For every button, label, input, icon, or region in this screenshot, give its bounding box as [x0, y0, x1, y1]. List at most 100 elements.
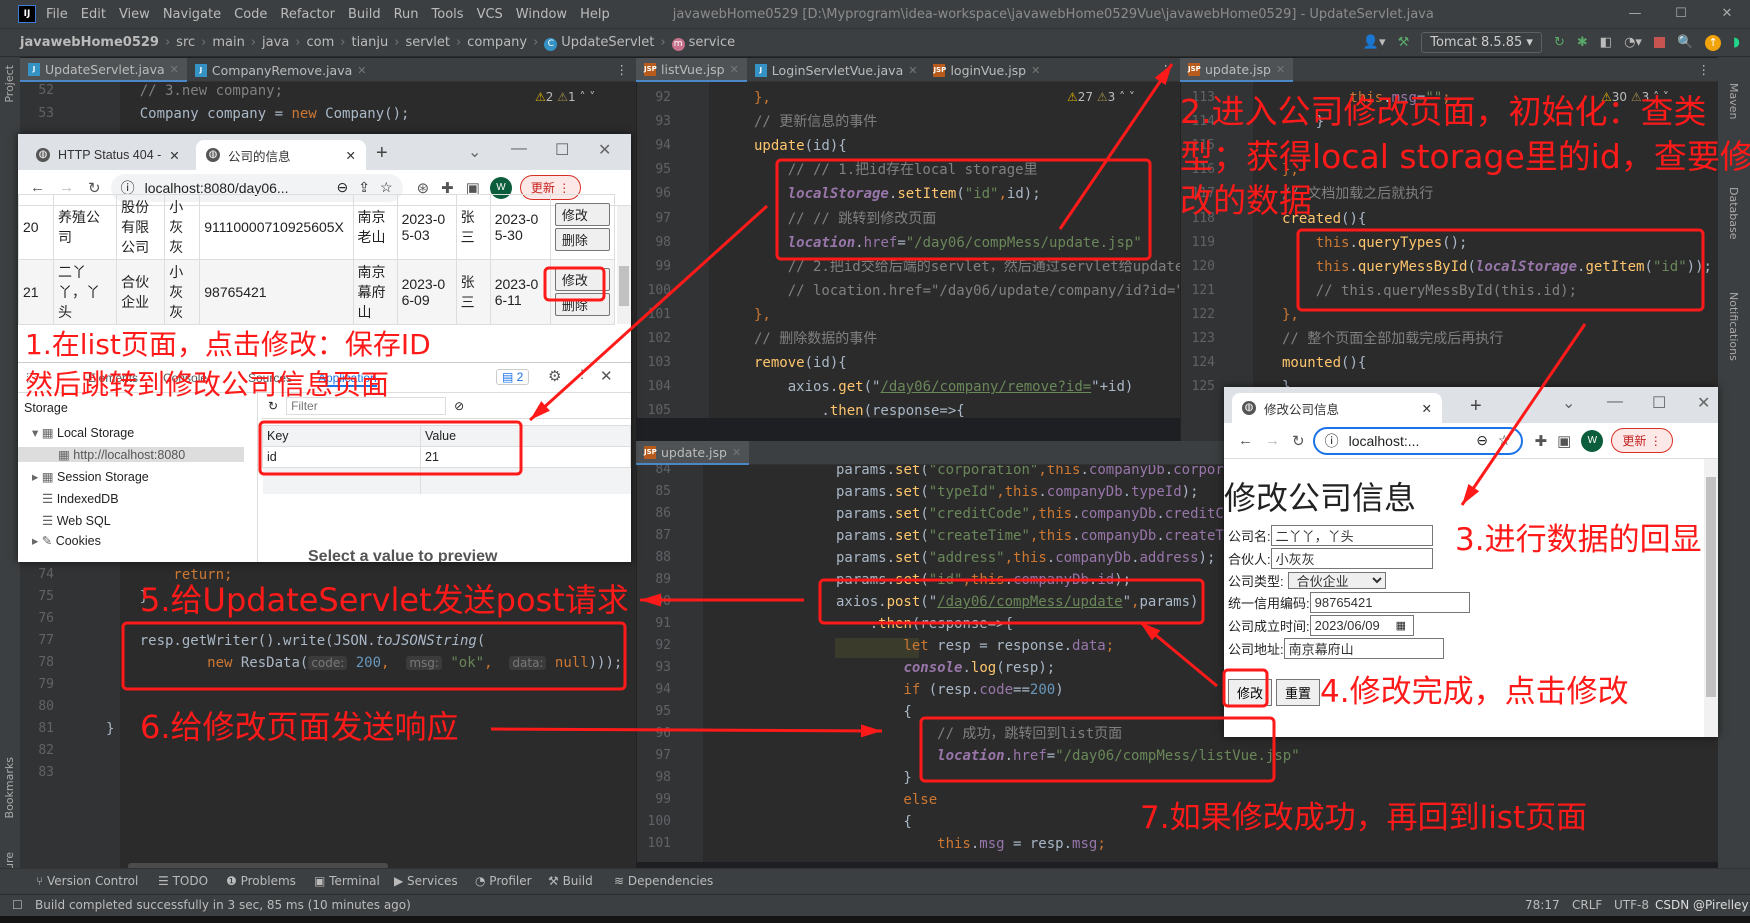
storage-tree-item[interactable]: ▾ ▦ Local Storage — [32, 425, 134, 440]
menu-tools[interactable]: Tools — [432, 7, 464, 22]
close-icon[interactable]: ✕ — [1697, 393, 1710, 413]
maven-tool-button[interactable]: Maven — [1727, 83, 1740, 119]
address-bar[interactable]: ⓘ localhost:... ⊖ ☆ — [1312, 426, 1523, 455]
minimize-icon[interactable]: — — [1607, 393, 1623, 411]
company-type-select[interactable]: 合伙企业 — [1287, 572, 1386, 589]
storage-tree-item[interactable]: ☰ Web SQL — [42, 513, 111, 528]
minimize-icon[interactable]: — — [1612, 0, 1658, 28]
calendar-icon[interactable]: ▦ — [1396, 619, 1406, 632]
close-icon[interactable]: ✕ — [598, 140, 611, 160]
back-icon[interactable]: ← — [1238, 432, 1253, 449]
editor-tab[interactable]: JSP loginVue.jsp ✕ — [925, 58, 1048, 82]
tool-profiler[interactable]: ◔ Profiler — [475, 874, 532, 888]
partner-input[interactable] — [1270, 548, 1433, 569]
tool-problems[interactable]: ❶ Problems — [226, 874, 296, 888]
editor-tab[interactable]: J LoginServletVue.java ✕ — [747, 58, 926, 82]
forward-icon[interactable]: → — [1265, 432, 1280, 449]
tab-close-icon[interactable]: ✕ — [1031, 64, 1040, 77]
menu-run[interactable]: Run — [394, 7, 419, 22]
issues-badge[interactable]: ▤ 2 — [496, 369, 530, 385]
database-tool-button[interactable]: Database — [1727, 187, 1740, 240]
edit-button[interactable]: 修改 — [554, 203, 610, 226]
tab-close-icon[interactable]: ✕ — [730, 63, 739, 76]
tab-search-icon[interactable]: ⌄ — [468, 142, 481, 162]
new-tab-icon[interactable]: + — [376, 142, 388, 165]
listvue-code-editor[interactable]: ⚠27 ⚠3 ˄ ˅ 92}, 93// 更新信息的事件 94 update(id){… — [636, 82, 1180, 418]
tool-dependencies[interactable]: ≋ Dependencies — [614, 874, 713, 888]
maximize-icon[interactable]: ☐ — [1658, 0, 1704, 28]
editor-tab[interactable]: JSP update.jsp ✕ — [636, 441, 750, 465]
menu-build[interactable]: Build — [348, 7, 381, 22]
update-browser-button[interactable]: 更新 ⋮ — [1611, 428, 1673, 453]
notifications-tool-button[interactable]: Notifications — [1727, 292, 1740, 361]
menu-vcs[interactable]: VCS — [477, 7, 503, 22]
menu-view[interactable]: View — [119, 7, 150, 22]
storage-tree-item[interactable]: ▸ ▦ Session Storage — [32, 469, 149, 484]
delete-button[interactable]: 删除 — [554, 293, 610, 316]
search-icon[interactable]: 🔍 — [1677, 35, 1693, 50]
tool-terminal[interactable]: ▣ Terminal — [314, 874, 380, 888]
breadcrumb-item[interactable]: com — [307, 35, 335, 50]
submit-edit-button[interactable]: 修改 — [1228, 679, 1273, 706]
menu-file[interactable]: File — [46, 7, 68, 22]
editor-tab[interactable]: JSP update.jsp ✕ — [1180, 58, 1294, 82]
breadcrumb-item[interactable]: service — [689, 35, 736, 50]
tool-version-control[interactable]: ⑂ Version Control — [36, 874, 138, 888]
storage-row[interactable]: id 21 — [262, 446, 631, 468]
tool-services[interactable]: ▶ Services — [394, 874, 458, 888]
update-icon[interactable]: ↑ — [1705, 34, 1722, 51]
inspection-widget[interactable]: ⚠27 ⚠3 ˄ ˅ — [1067, 90, 1135, 104]
tool-todo[interactable]: ☰ TODO — [158, 874, 208, 888]
tab-close-icon[interactable]: ✕ — [169, 148, 179, 163]
browser-tab-edit[interactable]: ◍ 修改公司信息 ✕ — [1232, 393, 1442, 423]
company-name-input[interactable] — [1270, 525, 1433, 546]
devtools-close-icon[interactable]: ✕ — [600, 367, 613, 385]
tool-build[interactable]: ⚒ Build — [548, 874, 593, 888]
menu-navigate[interactable]: Navigate — [163, 7, 221, 22]
file-encoding[interactable]: UTF-8 — [1614, 898, 1649, 912]
menu-window[interactable]: Window — [516, 7, 567, 22]
profile-avatar[interactable]: W — [1581, 429, 1604, 452]
build-hammer-icon[interactable]: ⚒ — [1398, 35, 1410, 50]
tab-search-icon[interactable]: ⌄ — [1562, 393, 1575, 413]
coverage-icon[interactable]: ◧ — [1600, 35, 1612, 50]
value-header[interactable]: Value — [420, 425, 631, 447]
project-tool-button[interactable]: Project — [3, 65, 16, 103]
menu-refactor[interactable]: Refactor — [280, 7, 335, 22]
tab-close-icon[interactable]: ✕ — [908, 64, 917, 77]
breadcrumb-item[interactable]: UpdateServlet — [561, 35, 654, 50]
line-separator[interactable]: CRLF — [1572, 898, 1602, 912]
tab-close-icon[interactable]: ✕ — [357, 64, 366, 77]
breadcrumb-item[interactable]: servlet — [405, 35, 450, 50]
storage-tree-item[interactable]: ▦ http://localhost:8080 — [18, 447, 244, 462]
editor-tab[interactable]: J UpdateServlet.java ✕ — [20, 58, 187, 82]
browser-tab-404[interactable]: ◍ HTTP Status 404 - ✕ — [26, 140, 191, 170]
more-tabs-icon[interactable]: ⋮ — [616, 58, 629, 81]
editor-tab[interactable]: J CompanyRemove.java ✕ — [187, 58, 375, 82]
more-tabs-icon[interactable]: ⋮ — [1698, 58, 1711, 81]
storage-tree-item[interactable]: ☰ IndexedDB — [42, 491, 119, 506]
tab-close-icon[interactable]: ✕ — [732, 446, 741, 459]
user-icon[interactable]: 👤▾ — [1363, 35, 1386, 50]
reload-icon[interactable]: ↻ — [1292, 432, 1305, 450]
debug-icon[interactable]: ✱ — [1577, 35, 1588, 50]
bookmarks-tool-button[interactable]: Bookmarks — [3, 757, 16, 818]
maximize-icon[interactable]: ☐ — [1652, 393, 1666, 413]
run-configuration-select[interactable]: Tomcat 8.5.85 ▾ — [1421, 32, 1542, 53]
menu-edit[interactable]: Edit — [81, 7, 106, 22]
reset-button[interactable]: 重置 — [1276, 679, 1321, 706]
minimize-icon[interactable]: — — [511, 140, 527, 158]
menu-help[interactable]: Help — [580, 7, 610, 22]
new-tab-icon[interactable]: + — [1470, 395, 1482, 418]
breadcrumb-item[interactable]: main — [212, 35, 244, 50]
page-scrollbar[interactable] — [1704, 459, 1718, 737]
key-header[interactable]: Key — [262, 425, 421, 447]
settings-gear-icon[interactable]: ⚙ — [548, 367, 561, 385]
sidepanel-icon[interactable]: ▣ — [1557, 432, 1571, 450]
tab-close-icon[interactable]: ✕ — [170, 63, 179, 76]
storage-tree-item[interactable]: ▸ ✎ Cookies — [32, 533, 101, 548]
profile-icon[interactable]: ◔▾ — [1624, 35, 1642, 50]
more-options-icon[interactable]: ⋮ — [576, 367, 588, 381]
more-tabs-icon[interactable]: ⋮ — [1160, 58, 1173, 81]
delete-button[interactable]: 删除 — [554, 228, 610, 251]
